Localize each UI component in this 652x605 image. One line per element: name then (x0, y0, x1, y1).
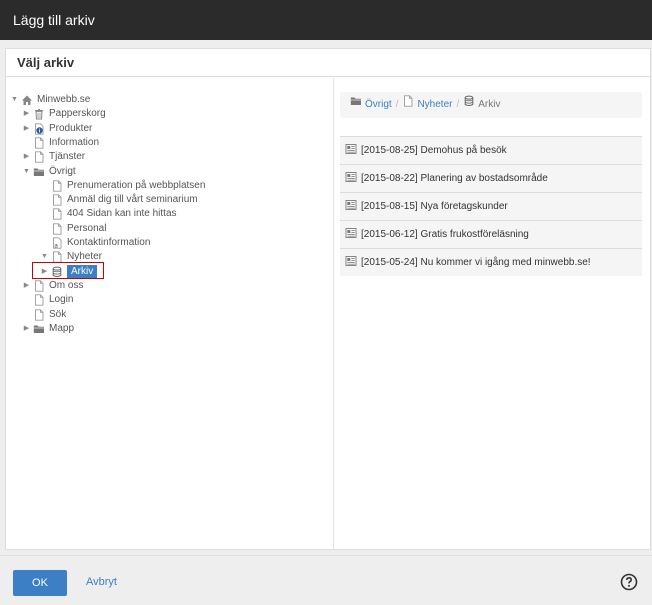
page-icon (33, 308, 45, 321)
page-icon (33, 294, 45, 306)
page-icon (33, 280, 45, 292)
tree-item[interactable]: ▶ Om oss (22, 279, 83, 293)
tree-item[interactable]: ▶ Tjänster (22, 150, 85, 164)
breadcrumb-label: Arkiv (478, 99, 501, 110)
panel-header: Välj arkiv (6, 49, 650, 77)
contact-page-icon: a (51, 237, 63, 249)
tree-item-label: 404 Sidan kan inte hittas (67, 208, 177, 220)
list-item[interactable]: [2015-08-22] Planering av bostadsområde (340, 164, 642, 192)
folder-icon (33, 323, 45, 335)
expand-toggle-icon[interactable]: ▶ (22, 279, 31, 293)
help-icon[interactable] (620, 573, 638, 591)
tree-item[interactable]: Prenumeration på webbplatsen (40, 179, 205, 193)
tree-item[interactable]: ▶ Mapp (22, 322, 74, 336)
tree-item-label: Anmäl dig till vårt seminarium (67, 194, 198, 206)
list-item[interactable]: [2015-08-15] Nya företagskunder (340, 192, 642, 220)
tree-item-label: Kontaktinformation (67, 237, 151, 248)
tree-item[interactable]: ▶ Produkter (22, 122, 92, 136)
list-item-label: [2015-08-25] Demohus på besök (361, 145, 507, 156)
tree-item[interactable]: Anmäl dig till vårt seminarium (40, 193, 198, 207)
home-icon (21, 94, 33, 106)
page-icon (33, 137, 45, 149)
svg-text:a: a (54, 242, 58, 249)
breadcrumb-link[interactable]: Nyheter (402, 92, 452, 118)
collapse-toggle-icon[interactable]: ▼ (22, 165, 31, 179)
news-icon (345, 171, 357, 186)
tree-item-label: Prenumeration på webbplatsen (67, 179, 206, 191)
tree-item[interactable]: ▼ Övrigt (22, 165, 76, 179)
tree-item-label: Tjänster (49, 151, 86, 163)
panel-divider (333, 78, 334, 550)
expand-toggle-icon[interactable]: ▶ (22, 322, 31, 336)
tree-item[interactable]: Login (22, 293, 73, 307)
expand-toggle-icon[interactable]: ▶ (22, 122, 31, 136)
tree-item[interactable]: ▼ Minwebb.se (10, 93, 90, 107)
expand-toggle-icon[interactable]: ▶ (22, 150, 31, 164)
list-item[interactable]: [2015-05-24] Nu kommer vi igång med minw… (340, 248, 642, 276)
tree-item-label: Produkter (49, 122, 93, 134)
news-icon (345, 227, 357, 242)
ok-button[interactable]: OK (13, 570, 67, 596)
tree-item[interactable]: Sök (22, 308, 66, 322)
tree-item-label: Papperskorg (49, 108, 106, 120)
tree-item-label: Övrigt (49, 165, 76, 177)
tree-item-label: Mapp (49, 322, 75, 334)
news-icon (345, 143, 357, 158)
tree-item[interactable]: 404 Sidan kan inte hittas (40, 207, 177, 221)
tree-item-label: Minwebb.se (37, 94, 91, 105)
cancel-link[interactable]: Avbryt (86, 576, 117, 588)
article-list: [2015-08-25] Demohus på besök [2015-08-22… (340, 136, 642, 276)
page-icon (51, 194, 63, 206)
tree-item[interactable]: Personal (40, 222, 106, 236)
info-page-icon (33, 122, 45, 135)
list-item-label: [2015-05-24] Nu kommer vi igång med minw… (361, 257, 591, 268)
list-item-label: [2015-08-22] Planering av bostadsområde (361, 173, 548, 184)
tree-item-label: Personal (67, 222, 107, 234)
page-icon (402, 92, 414, 118)
breadcrumb-current: Arkiv (463, 92, 500, 118)
breadcrumb-link[interactable]: Övrigt (350, 92, 392, 118)
tree-item-label: Information (49, 136, 100, 148)
list-item[interactable]: [2015-06-12] Gratis frukostföreläsning (340, 220, 642, 248)
trash-icon (33, 108, 45, 120)
collapse-toggle-icon[interactable]: ▼ (10, 93, 19, 107)
tree-item-label: Login (49, 294, 74, 306)
selection-highlight (32, 262, 104, 279)
breadcrumb-label: Nyheter (417, 99, 453, 110)
tree-item[interactable]: a Kontaktinformation (40, 236, 150, 250)
archive-icon (463, 92, 475, 118)
tree-item-label: Sök (49, 308, 67, 320)
page-icon (51, 180, 63, 192)
list-item[interactable]: [2015-08-25] Demohus på besök (340, 136, 642, 164)
breadcrumb-label: Övrigt (365, 99, 392, 110)
breadcrumb-separator: / (395, 99, 399, 110)
tree-item[interactable]: ▶ Papperskorg (22, 107, 106, 121)
archive-panel: Välj arkiv ▼ Minwebb.se ▶ Papperskorg ▶ Produ… (5, 48, 651, 550)
news-icon (345, 199, 357, 214)
folder-icon (350, 92, 362, 118)
expand-toggle-icon[interactable]: ▶ (22, 107, 31, 121)
folder-icon (33, 166, 45, 178)
page-icon (51, 223, 63, 235)
page-icon (51, 208, 63, 221)
dialog-title: Lägg till arkiv (0, 0, 652, 40)
page-icon (33, 151, 45, 163)
dialog-footer: OK Avbryt (0, 555, 652, 605)
tree-item[interactable]: Information (22, 136, 99, 150)
list-item-label: [2015-08-15] Nya företagskunder (361, 201, 508, 212)
list-item-label: [2015-06-12] Gratis frukostföreläsning (361, 229, 529, 240)
tree-item-label: Om oss (49, 279, 84, 291)
news-icon (345, 255, 357, 270)
breadcrumb: Övrigt / Nyheter / Arkiv (340, 92, 642, 118)
breadcrumb-separator: / (456, 99, 460, 110)
